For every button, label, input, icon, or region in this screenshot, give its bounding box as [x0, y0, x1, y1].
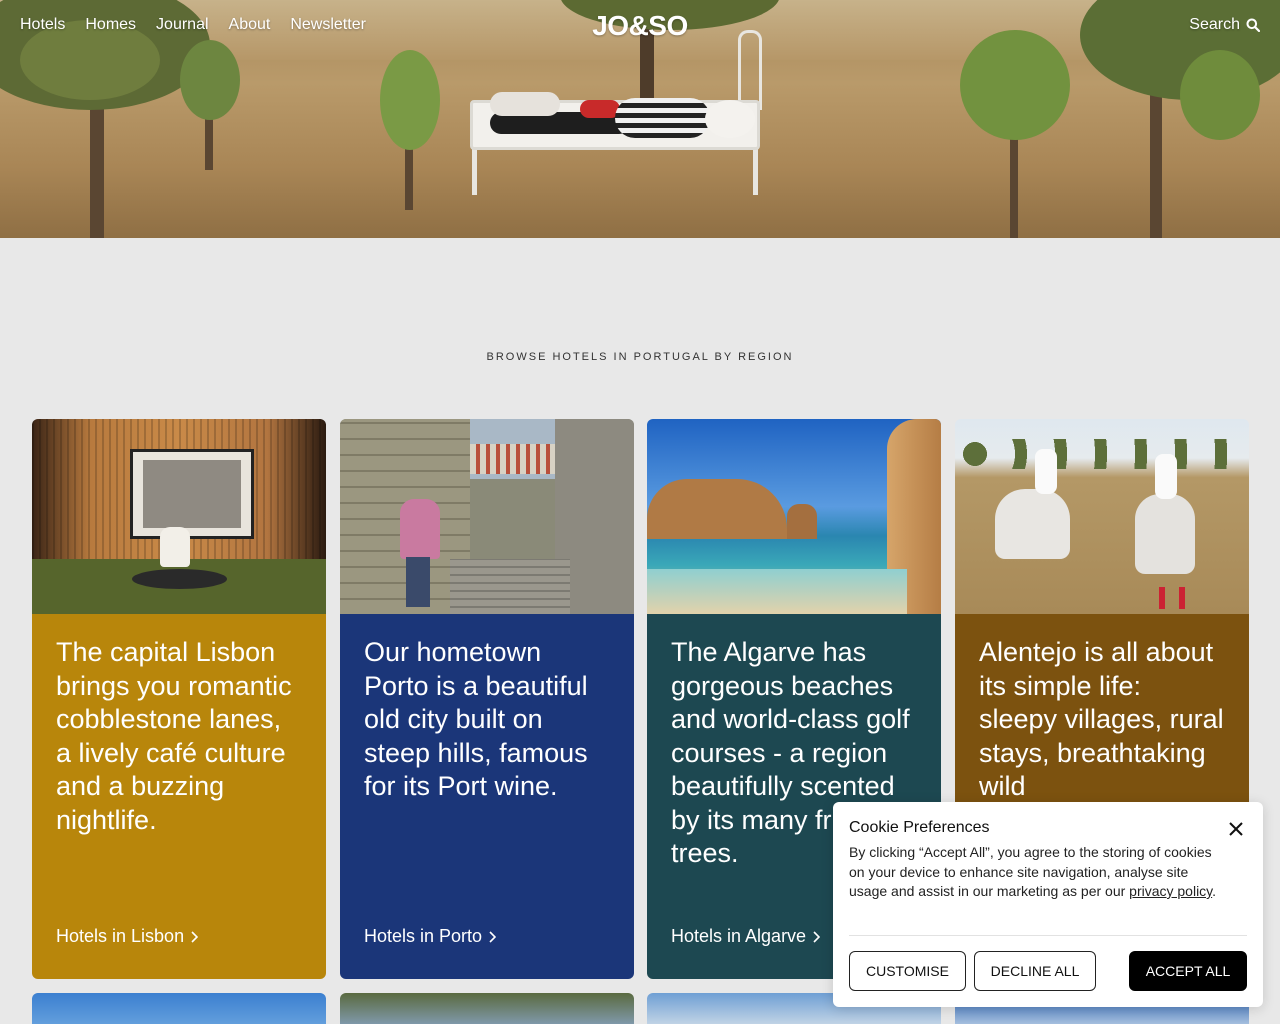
card-body: The capital Lisbon brings you romantic c…	[32, 614, 326, 979]
privacy-policy-link[interactable]: privacy policy	[1129, 883, 1212, 899]
customise-button[interactable]: CUSTOMISE	[849, 951, 966, 991]
accept-all-button[interactable]: ACCEPT ALL	[1129, 951, 1247, 991]
card-image-alentejo	[955, 419, 1249, 614]
card-description: The capital Lisbon brings you romantic c…	[56, 637, 292, 835]
rider	[1035, 449, 1057, 494]
person	[580, 100, 620, 118]
rock-formation	[647, 479, 787, 539]
cookie-title: Cookie Preferences	[849, 819, 990, 836]
nav-links: Hotels Homes Journal About Newsletter	[20, 16, 366, 34]
region-card-porto[interactable]: Our hometown Porto is a beautiful old ci…	[340, 419, 634, 979]
region-card-lisbon[interactable]: The capital Lisbon brings you romantic c…	[32, 419, 326, 979]
tree-canopy	[180, 40, 240, 120]
card-link-algarve[interactable]: Hotels in Algarve	[671, 926, 821, 947]
card-link-label: Hotels in Lisbon	[56, 926, 185, 946]
card-link-label: Hotels in Algarve	[671, 926, 807, 946]
section-title: BROWSE HOTELS IN PORTUGAL BY REGION	[486, 351, 794, 363]
search-label: Search	[1189, 16, 1240, 33]
chevron-right-icon	[191, 930, 199, 943]
person	[490, 92, 560, 116]
search-button[interactable]: Search	[1189, 16, 1260, 34]
decline-all-button[interactable]: DECLINE ALL	[974, 951, 1096, 991]
cookie-text-suffix: .	[1212, 883, 1217, 899]
horse-leg-wrap	[1159, 587, 1165, 609]
framed-photo	[130, 449, 254, 539]
top-nav: Hotels Homes Journal About Newsletter JO…	[0, 0, 1280, 50]
table	[132, 569, 227, 589]
cookie-banner: Cookie Preferences By clicking “Accept A…	[833, 802, 1263, 1007]
card-image-lisbon	[32, 419, 326, 614]
card-description: Our hometown Porto is a beautiful old ci…	[364, 637, 588, 801]
card-link-label: Hotels in Porto	[364, 926, 483, 946]
person	[615, 98, 710, 138]
close-icon[interactable]	[1227, 820, 1245, 838]
chevron-right-icon	[489, 930, 497, 943]
pillow	[705, 100, 755, 138]
horse	[995, 489, 1070, 559]
nav-link-homes[interactable]: Homes	[85, 16, 136, 34]
person	[160, 527, 190, 567]
card-image-porto	[340, 419, 634, 614]
search-icon	[1246, 18, 1260, 32]
cookie-text: By clicking “Accept All”, you agree to t…	[849, 843, 1229, 902]
rock-formation	[787, 504, 817, 539]
horse-leg-wrap	[1179, 587, 1185, 609]
card-link-porto[interactable]: Hotels in Porto	[364, 926, 497, 947]
horse	[1135, 494, 1195, 574]
rooftops	[470, 444, 560, 474]
beach	[647, 569, 907, 614]
nav-link-hotels[interactable]: Hotels	[20, 16, 65, 34]
rider	[1155, 454, 1177, 499]
tree-line	[955, 439, 1249, 469]
person	[400, 499, 440, 559]
divider	[849, 935, 1247, 936]
tree-canopy	[1180, 50, 1260, 140]
nav-link-newsletter[interactable]: Newsletter	[290, 16, 366, 34]
person-legs	[406, 557, 430, 607]
stairs	[450, 559, 570, 614]
chevron-right-icon	[813, 930, 821, 943]
card-body: Our hometown Porto is a beautiful old ci…	[340, 614, 634, 979]
nav-link-journal[interactable]: Journal	[156, 16, 208, 34]
region-card-row2[interactable]	[32, 993, 326, 1024]
nav-link-about[interactable]: About	[229, 16, 271, 34]
region-card-row2[interactable]	[340, 993, 634, 1024]
card-image-algarve	[647, 419, 941, 614]
site-logo[interactable]: JO&SO	[580, 10, 700, 42]
tree-canopy	[380, 50, 440, 150]
card-link-lisbon[interactable]: Hotels in Lisbon	[56, 926, 199, 947]
card-description: Alentejo is all about its simple life: s…	[979, 637, 1224, 801]
